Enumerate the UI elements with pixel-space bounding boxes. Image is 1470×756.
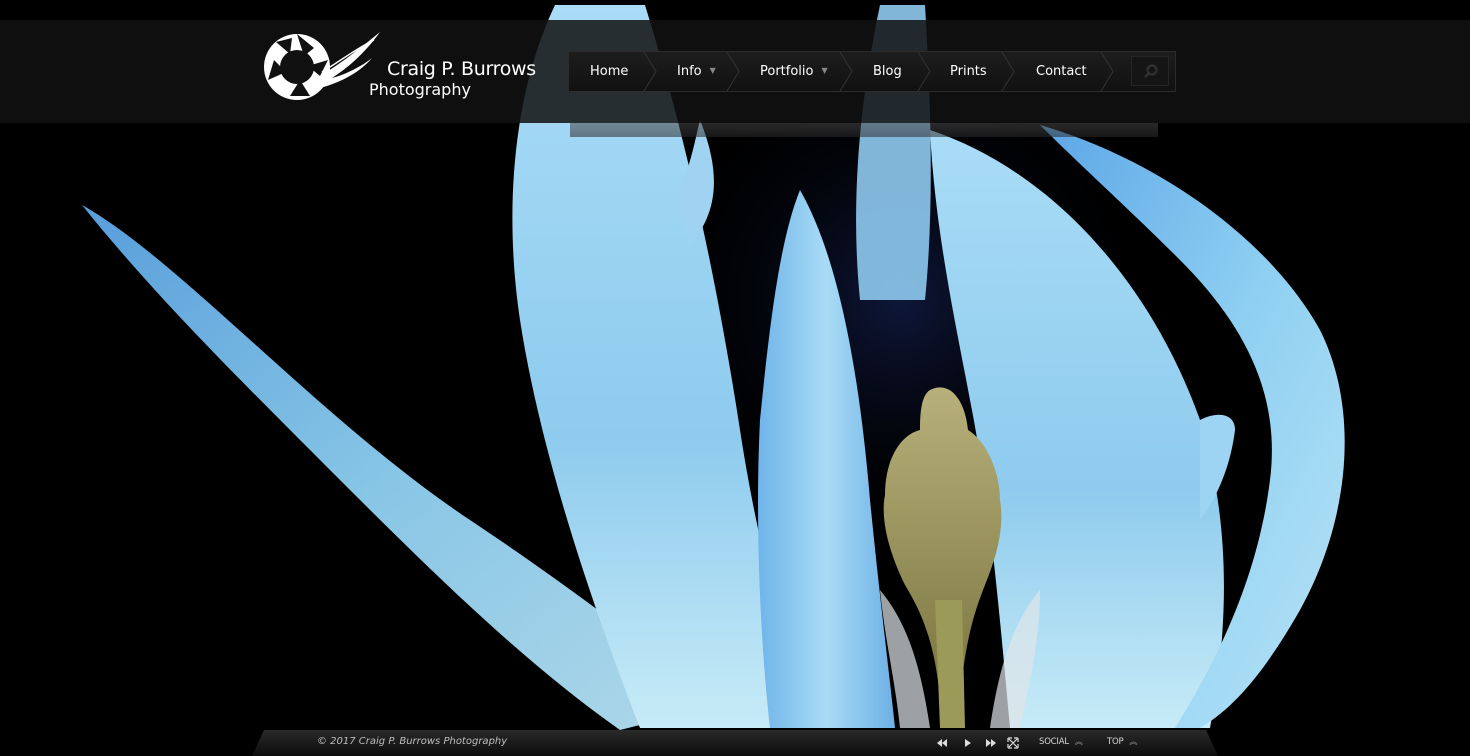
fullscreen-icon[interactable] bbox=[1006, 736, 1020, 750]
nav-item-label: Prints bbox=[950, 64, 987, 79]
main-nav: Home Info ▼ Portfolio ▼ Blog Prints Contac… bbox=[568, 51, 1176, 92]
nav-separator bbox=[643, 52, 657, 91]
nav-separator bbox=[839, 52, 853, 91]
chevron-up-icon: ︽ bbox=[1074, 737, 1083, 746]
nav-item-label: Blog bbox=[873, 64, 902, 79]
nav-separator bbox=[1001, 52, 1015, 91]
next-icon[interactable] bbox=[984, 736, 998, 750]
play-icon[interactable] bbox=[961, 736, 975, 750]
site-subtitle: Photography bbox=[369, 80, 471, 99]
copyright-text: © 2017 Craig P. Burrows Photography bbox=[317, 736, 508, 747]
nav-separator bbox=[917, 52, 931, 91]
search-button[interactable] bbox=[1131, 56, 1169, 86]
site-logo[interactable]: Craig P. Burrows Photography bbox=[262, 30, 552, 105]
search-icon bbox=[1144, 64, 1158, 78]
chevron-down-icon: ▼ bbox=[821, 66, 828, 75]
nav-item-info[interactable]: Info ▼ bbox=[677, 52, 716, 91]
nav-item-home[interactable]: Home bbox=[590, 52, 628, 91]
top-label: TOP bbox=[1107, 737, 1124, 747]
nav-item-label: Info bbox=[677, 64, 702, 79]
nav-separator bbox=[726, 52, 740, 91]
nav-item-blog[interactable]: Blog bbox=[873, 52, 902, 91]
chevron-up-icon: ︽ bbox=[1129, 737, 1138, 746]
nav-item-contact[interactable]: Contact bbox=[1036, 52, 1087, 91]
social-label: SOCIAL bbox=[1039, 737, 1069, 747]
header-shadow bbox=[570, 123, 1158, 137]
top-button[interactable]: TOP ︽ bbox=[1107, 736, 1137, 747]
nav-item-label: Home bbox=[590, 64, 629, 79]
nav-separator bbox=[1100, 52, 1114, 91]
site-footer: © 2017 Craig P. Burrows Photography SOCI… bbox=[252, 730, 1218, 756]
social-button[interactable]: SOCIAL ︽ bbox=[1039, 736, 1083, 747]
site-title: Craig P. Burrows bbox=[387, 58, 536, 80]
nav-item-portfolio[interactable]: Portfolio ▼ bbox=[760, 52, 828, 91]
previous-icon[interactable] bbox=[935, 736, 949, 750]
nav-item-label: Contact bbox=[1036, 64, 1087, 79]
chevron-down-icon: ▼ bbox=[709, 66, 716, 75]
nav-item-label: Portfolio bbox=[760, 64, 814, 79]
nav-item-prints[interactable]: Prints bbox=[950, 52, 987, 91]
